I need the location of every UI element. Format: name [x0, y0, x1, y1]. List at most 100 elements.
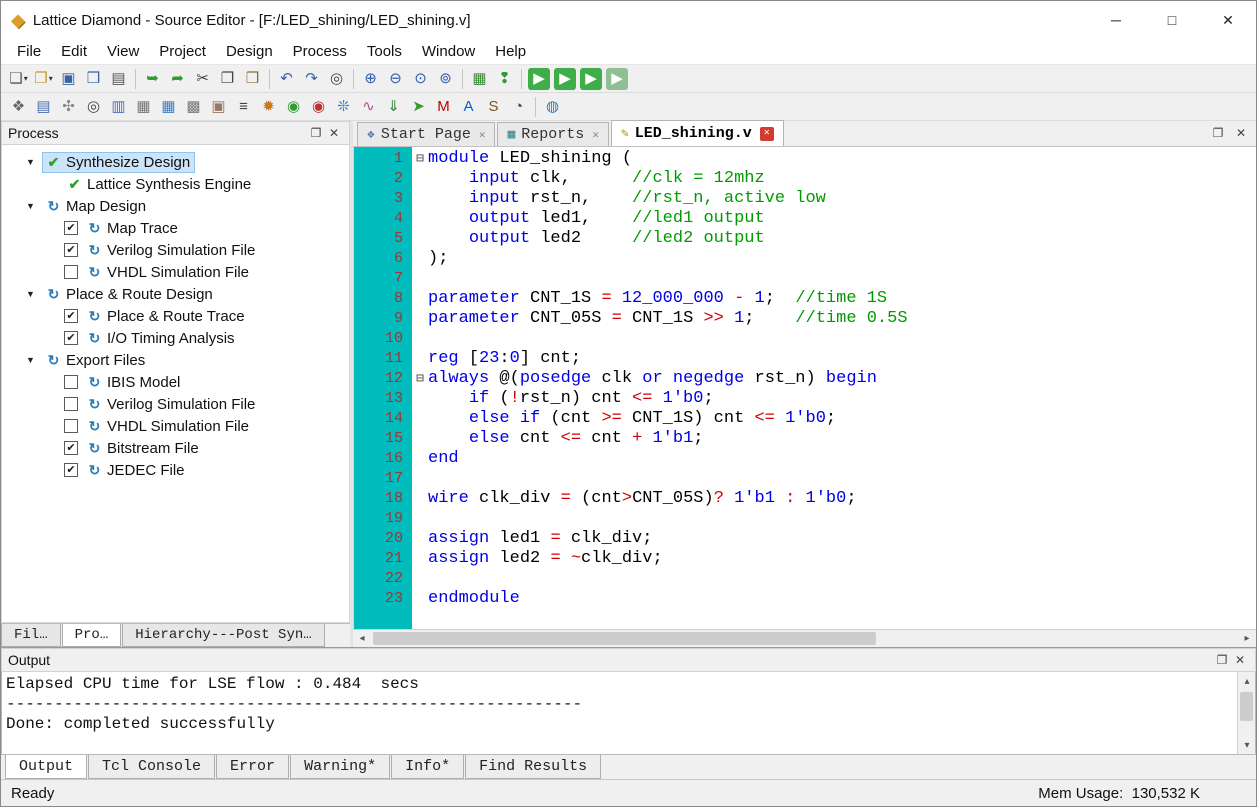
- new-project-icon[interactable]: ❖: [6, 95, 31, 119]
- expander-icon[interactable]: ▼: [26, 157, 43, 167]
- minimize-button[interactable]: ─: [1088, 1, 1144, 39]
- process-tree-item[interactable]: ✔ Lattice Synthesis Engine: [2, 173, 349, 195]
- menu-window[interactable]: Window: [412, 40, 485, 63]
- expander-icon[interactable]: ▼: [26, 289, 43, 299]
- process-tree-item[interactable]: ↻ Verilog Simulation File: [2, 393, 349, 415]
- code-line[interactable]: assign led2 = ~ clk_div;: [412, 549, 1256, 569]
- help-globe-icon[interactable]: ◍: [540, 95, 565, 119]
- output-tab-output[interactable]: Output: [5, 755, 88, 779]
- process-tree-item[interactable]: ✔ ↻ JEDEC File: [2, 459, 349, 481]
- synplify-icon[interactable]: S: [481, 95, 506, 119]
- save-icon[interactable]: ▣: [56, 67, 81, 91]
- checkbox-checked[interactable]: ✔: [64, 221, 78, 235]
- paste-icon[interactable]: ❒: [240, 67, 265, 91]
- code-line[interactable]: ⊟ module LED_shining (: [412, 149, 1256, 169]
- code-line[interactable]: if (! rst_n) cnt <= 1'b0;: [412, 389, 1256, 409]
- code-line[interactable]: [412, 509, 1256, 529]
- scroll-down-icon[interactable]: ▾: [1238, 736, 1256, 754]
- code-line[interactable]: );: [412, 249, 1256, 269]
- process-tree-item[interactable]: ✔ ↻ Place & Route Trace: [2, 305, 349, 327]
- close-panel-icon[interactable]: ✕: [325, 126, 343, 140]
- code-line[interactable]: [412, 569, 1256, 589]
- code-line[interactable]: output led1, //led1 output: [412, 209, 1256, 229]
- open-file-icon[interactable]: ❐ ▾: [31, 67, 56, 91]
- redo-icon[interactable]: ↷: [299, 67, 324, 91]
- output-tab-find-results[interactable]: Find Results: [465, 755, 602, 779]
- checkbox-unchecked[interactable]: [64, 397, 78, 411]
- menu-design[interactable]: Design: [216, 40, 283, 63]
- close-output-icon[interactable]: ✕: [1231, 653, 1249, 667]
- checkbox-checked[interactable]: ✔: [64, 441, 78, 455]
- modelsim-icon[interactable]: M: [431, 95, 456, 119]
- vertical-scrollbar[interactable]: ▴ ▾: [1237, 672, 1255, 754]
- scroll-left-icon[interactable]: ◂: [353, 630, 371, 648]
- process-tree-item[interactable]: ✔ ↻ Map Trace: [2, 217, 349, 239]
- code-line[interactable]: input clk, //clk = 12mhz: [412, 169, 1256, 189]
- process-tree-item[interactable]: ✔ ↻ I/O Timing Analysis: [2, 327, 349, 349]
- float-output-icon[interactable]: ❐: [1213, 653, 1231, 667]
- output-tab-error[interactable]: Error: [216, 755, 290, 779]
- zoom-out-icon[interactable]: ⊖: [383, 67, 408, 91]
- expander-icon[interactable]: ▼: [26, 355, 43, 365]
- code-editor[interactable]: ⊟ module LED_shining ( input clk, //clk =…: [412, 147, 1256, 629]
- process-tree-item[interactable]: ▼ ↻ Map Design: [2, 195, 349, 217]
- process-tree-item[interactable]: ▼ ↻ Export Files: [2, 349, 349, 371]
- code-line[interactable]: reg [23:0] cnt;: [412, 349, 1256, 369]
- run-export-icon[interactable]: ▶: [606, 67, 628, 90]
- left-panel-tab[interactable]: Hierarchy---Post Syn…: [122, 624, 325, 647]
- vscroll-track[interactable]: [1238, 690, 1255, 736]
- maximize-button[interactable]: □: [1144, 1, 1200, 39]
- process-flow-icon[interactable]: ✣: [56, 95, 81, 119]
- run-synthesis-icon[interactable]: ▶: [528, 67, 550, 90]
- float-panel-icon[interactable]: ❐: [307, 126, 325, 140]
- menu-help[interactable]: Help: [485, 40, 536, 63]
- cut-icon[interactable]: ✂: [190, 67, 215, 91]
- checkbox-unchecked[interactable]: [64, 419, 78, 433]
- checkbox-checked[interactable]: ✔: [64, 243, 78, 257]
- clarity-designer-icon[interactable]: ❊: [331, 95, 356, 119]
- hscroll-thumb[interactable]: [373, 632, 876, 645]
- run-par-icon[interactable]: ▶: [580, 67, 602, 90]
- fold-marker-icon[interactable]: ⊟: [412, 369, 428, 389]
- timing-analyzer-icon[interactable]: ◔: [506, 95, 531, 119]
- dropdown-caret-icon[interactable]: ▾: [24, 74, 28, 83]
- check-in-icon[interactable]: ➦: [165, 67, 190, 91]
- output-tab-info-[interactable]: Info*: [391, 755, 465, 779]
- hscroll-track[interactable]: [371, 630, 1238, 647]
- zoom-fit-icon[interactable]: ⊙: [408, 67, 433, 91]
- tab-close-icon[interactable]: ✕: [759, 126, 774, 141]
- code-line[interactable]: output led2 //led2 output: [412, 229, 1256, 249]
- output-tab-warning-[interactable]: Warning*: [290, 755, 391, 779]
- scroll-up-icon[interactable]: ▴: [1238, 672, 1256, 690]
- device-view-icon[interactable]: ▣: [206, 95, 231, 119]
- html-report-icon[interactable]: ▦: [467, 67, 492, 91]
- horizontal-scrollbar[interactable]: ◂ ▸: [353, 629, 1256, 647]
- menu-project[interactable]: Project: [149, 40, 216, 63]
- tab-start-page[interactable]: ❖ Start Page ✕: [357, 122, 496, 146]
- run-map-icon[interactable]: ▶: [554, 67, 576, 90]
- checkbox-checked[interactable]: ✔: [64, 331, 78, 345]
- dropdown-caret-icon[interactable]: ▾: [49, 74, 53, 83]
- checkbox-checked[interactable]: ✔: [64, 309, 78, 323]
- reveal-analyzer-icon[interactable]: ◉: [306, 95, 331, 119]
- left-panel-tab[interactable]: Fil…: [1, 624, 61, 647]
- check-out-icon[interactable]: ➥: [140, 67, 165, 91]
- menu-file[interactable]: File: [7, 40, 51, 63]
- tab-reports[interactable]: ▦ Reports ✕: [497, 122, 609, 146]
- tab-led-shining-v[interactable]: ✎ LED_shining.v ✕: [610, 120, 784, 146]
- code-line[interactable]: ⊟ always @(posedge clk or negedge rst_n) …: [412, 369, 1256, 389]
- code-line[interactable]: [412, 469, 1256, 489]
- message-console-icon[interactable]: ❢: [492, 67, 517, 91]
- netlist-view-icon[interactable]: ≡: [231, 95, 256, 119]
- fold-marker-icon[interactable]: ⊟: [412, 149, 428, 169]
- programmer-icon[interactable]: ⇓: [381, 95, 406, 119]
- print-icon[interactable]: ▤: [106, 67, 131, 91]
- tab-close-icon[interactable]: ✕: [592, 128, 599, 142]
- tab-close-icon[interactable]: ✕: [479, 128, 486, 142]
- close-editor-icon[interactable]: ✕: [1232, 126, 1250, 140]
- code-line[interactable]: else if (cnt >= CNT_1S) cnt <= 1'b0;: [412, 409, 1256, 429]
- output-tab-tcl-console[interactable]: Tcl Console: [88, 755, 216, 779]
- menu-process[interactable]: Process: [283, 40, 357, 63]
- process-tree-item[interactable]: ▼ ✔ Synthesize Design: [2, 151, 349, 173]
- file-list-icon[interactable]: ▤: [31, 95, 56, 119]
